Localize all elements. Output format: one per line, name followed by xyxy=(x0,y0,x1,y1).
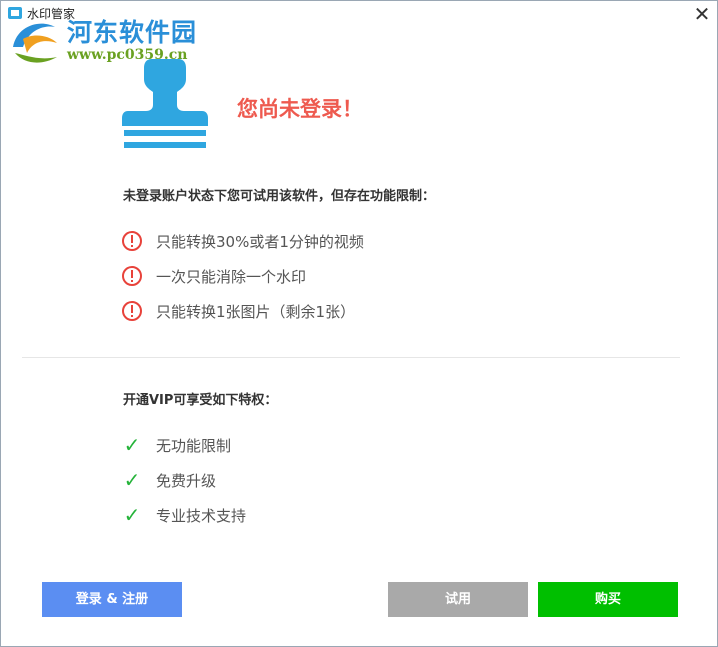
login-register-button[interactable]: 登录 & 注册 xyxy=(42,582,182,617)
checkmark-icon: ✓ xyxy=(123,503,141,527)
benefit-item: ✓ 专业技术支持 xyxy=(121,503,246,527)
benefit-text: 专业技术支持 xyxy=(156,506,247,525)
warning-circle-icon xyxy=(122,301,142,321)
watermark-site-name: 河东软件园 xyxy=(67,18,198,47)
limit-item: 一次只能消除一个水印 xyxy=(121,264,306,288)
trial-button[interactable]: 试用 xyxy=(388,582,528,617)
limit-item: 只能转换1张图片（剩余1张） xyxy=(121,299,355,323)
divider xyxy=(22,357,680,358)
not-logged-in-headline: 您尚未登录！ xyxy=(237,97,363,121)
dialog-window: 水印管家 ✕ 河东软件园 www.pc0359.cn 您尚未登录！ 未登录账户状… xyxy=(0,0,718,647)
benefit-text: 无功能限制 xyxy=(156,436,232,455)
warning-circle-icon xyxy=(122,231,142,251)
buy-button[interactable]: 购买 xyxy=(538,582,678,617)
benefit-item: ✓ 无功能限制 xyxy=(121,433,231,457)
limit-text: 只能转换1张图片（剩余1张） xyxy=(156,302,356,321)
limitations-intro: 未登录账户状态下您可试用该软件，但存在功能限制： xyxy=(123,189,436,204)
limit-text: 一次只能消除一个水印 xyxy=(156,267,307,286)
close-button[interactable]: ✕ xyxy=(687,1,717,29)
checkmark-icon: ✓ xyxy=(123,433,141,457)
site-logo-icon xyxy=(13,23,57,63)
checkmark-icon: ✓ xyxy=(123,468,141,492)
warning-circle-icon xyxy=(122,266,142,286)
benefit-text: 免费升级 xyxy=(156,471,217,490)
limit-text: 只能转换30%或者1分钟的视频 xyxy=(156,232,364,251)
limit-item: 只能转换30%或者1分钟的视频 xyxy=(121,229,364,253)
stamp-icon xyxy=(122,59,208,148)
vip-benefits-title: 开通VIP可享受如下特权： xyxy=(123,393,278,408)
benefit-item: ✓ 免费升级 xyxy=(121,468,216,492)
